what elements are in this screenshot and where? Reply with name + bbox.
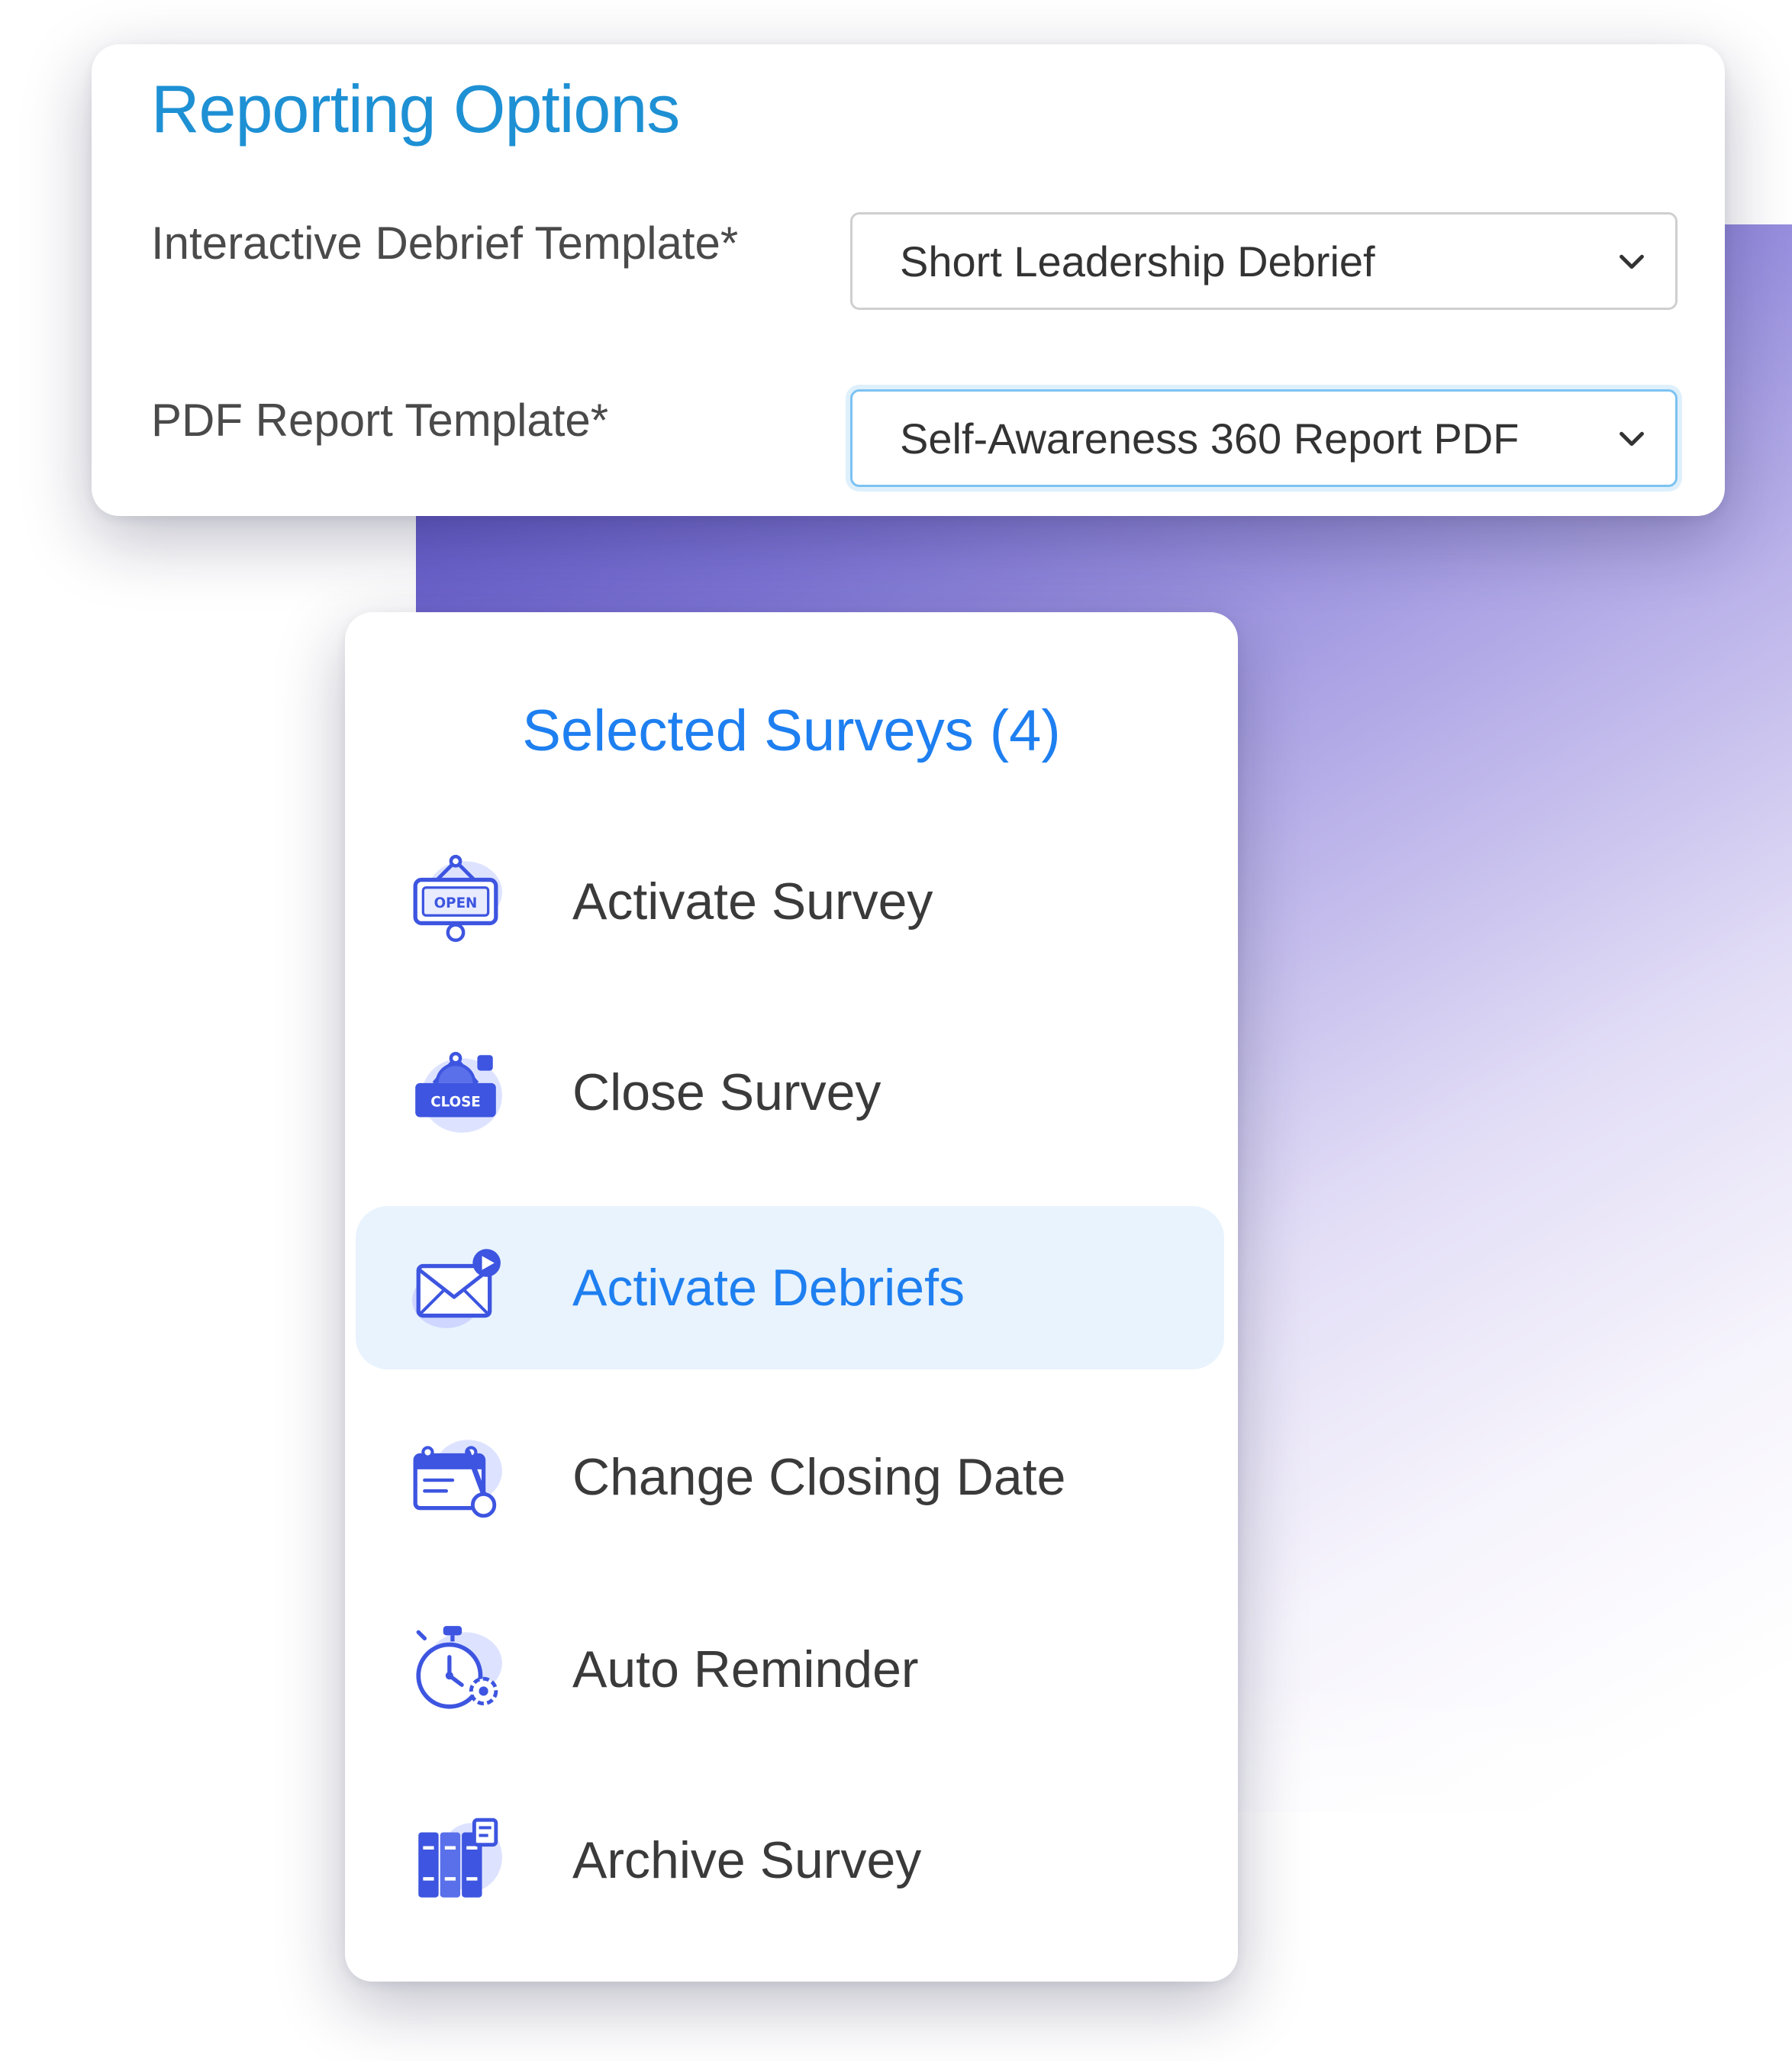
close-sign-icon: CLOSE — [415, 1051, 502, 1133]
interactive-debrief-template-value: Short Leadership Debrief — [900, 237, 1375, 285]
interactive-debrief-template-select[interactable]: Short Leadership Debrief — [850, 212, 1678, 310]
pdf-report-template-value: Self-Awareness 360 Report PDF — [900, 414, 1520, 463]
reporting-options-card: Reporting Options Interactive Debrief Te… — [92, 44, 1725, 516]
archive-survey-label: Archive Survey — [572, 1831, 922, 1889]
close-survey-label: Close Survey — [572, 1063, 881, 1121]
chevron-down-icon — [1620, 431, 1644, 447]
mail-play-icon — [412, 1249, 501, 1328]
archive-binders-icon — [418, 1817, 502, 1898]
reporting-options-title: Reporting Options — [151, 71, 680, 147]
archive-survey-button[interactable]: Archive Survey — [356, 1779, 1224, 1942]
activate-survey-label: Activate Survey — [572, 872, 933, 931]
activate-debriefs-button[interactable]: Activate Debriefs — [356, 1206, 1224, 1369]
pdf-report-template-select[interactable]: Self-Awareness 360 Report PDF — [850, 389, 1678, 487]
auto-reminder-label: Auto Reminder — [572, 1640, 919, 1698]
pdf-report-template-label: PDF Report Template* — [151, 395, 609, 446]
close-survey-button[interactable]: CLOSE Close Survey — [356, 1011, 1224, 1174]
svg-text:CLOSE: CLOSE — [430, 1094, 481, 1110]
calendar-edit-icon — [413, 1440, 502, 1518]
change-closing-date-label: Change Closing Date — [572, 1448, 1066, 1506]
chevron-down-icon — [1620, 254, 1644, 269]
activate-survey-button[interactable]: OPEN Activate Survey — [356, 820, 1224, 983]
change-closing-date-button[interactable]: Change Closing Date — [356, 1395, 1224, 1559]
open-sign-icon: OPEN — [413, 854, 502, 943]
stopwatch-gear-icon — [416, 1626, 502, 1709]
auto-reminder-button[interactable]: Auto Reminder — [356, 1588, 1224, 1751]
activate-debriefs-label: Activate Debriefs — [572, 1259, 965, 1317]
interactive-debrief-template-label: Interactive Debrief Template* — [151, 218, 739, 269]
selected-surveys-title: Selected Surveys (4) — [522, 698, 1061, 763]
selected-surveys-card: Selected Surveys (4) OPEN Activate Surve… — [345, 612, 1238, 1982]
svg-text:OPEN: OPEN — [434, 895, 478, 911]
